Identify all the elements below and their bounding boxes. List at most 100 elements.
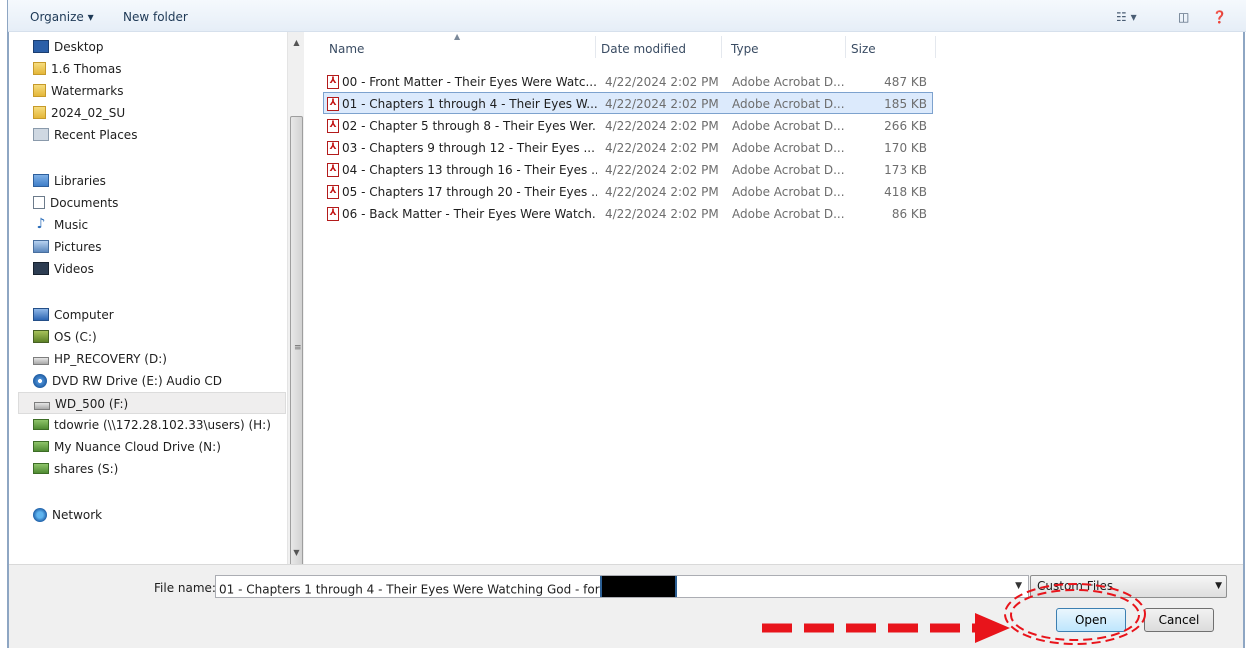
file-name-input[interactable]: 01 - Chapters 1 through 4 - Their Eyes W…	[215, 575, 1029, 598]
nav-item-tdowrie-h[interactable]: tdowrie (\\172.28.102.33\users) (H:)	[18, 414, 286, 436]
nav-item-label: Pictures	[54, 240, 102, 254]
open-button[interactable]: Open	[1056, 608, 1126, 632]
file-size: 418 KB	[884, 185, 927, 199]
scroll-down-arrow-icon[interactable]: ▼	[288, 544, 305, 561]
file-type: Adobe Acrobat D...	[732, 207, 845, 221]
column-header-type[interactable]: Type	[725, 32, 845, 62]
redaction-box	[599, 576, 677, 597]
nav-item-2024-02-su[interactable]: 2024_02_SU	[18, 102, 286, 124]
file-type: Adobe Acrobat D...	[732, 119, 845, 133]
file-type: Adobe Acrobat D...	[732, 163, 845, 177]
nav-item-music[interactable]: ♪ Music	[18, 214, 286, 236]
nav-item-label: My Nuance Cloud Drive (N:)	[54, 440, 221, 454]
nav-item-label: Computer	[54, 308, 114, 322]
nav-item-label: Desktop	[54, 40, 104, 54]
file-size: 173 KB	[884, 163, 927, 177]
nav-item-label: WD_500 (F:)	[55, 397, 129, 411]
file-name: 01 - Chapters 1 through 4 - Their Eyes W…	[342, 97, 597, 111]
nav-item-label: Libraries	[54, 174, 106, 188]
nav-item-videos[interactable]: Videos	[18, 258, 286, 280]
music-icon: ♪	[36, 216, 46, 232]
chevron-down-icon[interactable]: ▼	[1015, 576, 1022, 597]
file-name-label: File name:	[154, 581, 216, 595]
network-drive-icon	[33, 463, 49, 474]
nav-item-watermarks[interactable]: Watermarks	[18, 80, 286, 102]
file-type: Adobe Acrobat D...	[732, 75, 845, 89]
view-icon[interactable]: ☷ ▾	[1116, 10, 1137, 24]
recent-places-icon	[33, 128, 49, 141]
nav-item-pictures[interactable]: Pictures	[18, 236, 286, 258]
file-name-value: 01 - Chapters 1 through 4 - Their Eyes W…	[219, 582, 600, 597]
column-header-size[interactable]: Size	[845, 32, 935, 62]
network-drive-icon	[33, 441, 49, 452]
chevron-down-icon[interactable]: ▼	[1215, 576, 1222, 597]
help-icon[interactable]: ❓	[1212, 10, 1227, 24]
pdf-file-icon: ⅄	[327, 118, 339, 133]
os-drive-icon	[33, 330, 49, 343]
file-type-filter[interactable]: Custom Files ▼	[1030, 575, 1227, 598]
nav-item-1-6-thomas[interactable]: 1.6 Thomas	[18, 58, 286, 80]
file-date: 4/22/2024 2:02 PM	[605, 185, 719, 199]
file-list-pane: ▲ Name Date modified Type Size ⅄ 00 - Fro…	[305, 32, 1243, 564]
column-divider[interactable]	[721, 36, 722, 58]
new-folder-button[interactable]: New folder	[123, 10, 188, 24]
file-row[interactable]: ⅄ 05 - Chapters 17 through 20 - Their Eye…	[323, 180, 933, 202]
nav-item-label: Watermarks	[51, 84, 124, 98]
nav-item-hp-recovery[interactable]: HP_RECOVERY (D:)	[18, 348, 286, 370]
file-row-selected[interactable]: ⅄ 01 - Chapters 1 through 4 - Their Eyes …	[323, 92, 933, 114]
file-name: 06 - Back Matter - Their Eyes Were Watch…	[342, 207, 597, 221]
drive-icon	[34, 401, 50, 410]
nav-item-desktop[interactable]: Desktop	[18, 36, 286, 58]
file-type: Adobe Acrobat D...	[732, 185, 845, 199]
pictures-icon	[33, 240, 49, 253]
nav-item-libraries[interactable]: Libraries	[18, 170, 286, 192]
nav-item-nuance-n[interactable]: My Nuance Cloud Drive (N:)	[18, 436, 286, 458]
nav-item-computer[interactable]: Computer	[18, 304, 286, 326]
column-divider[interactable]	[935, 36, 936, 58]
nav-item-shares-s[interactable]: shares (S:)	[18, 458, 286, 480]
nav-item-label: 1.6 Thomas	[51, 62, 122, 76]
nav-item-documents[interactable]: Documents	[18, 192, 286, 214]
file-size: 86 KB	[891, 207, 927, 221]
file-type: Adobe Acrobat D...	[732, 141, 845, 155]
cancel-button[interactable]: Cancel	[1144, 608, 1214, 632]
pdf-file-icon: ⅄	[327, 162, 339, 177]
videos-icon	[33, 262, 49, 275]
nav-item-label: Documents	[50, 196, 119, 210]
nav-scrollbar[interactable]: ▲ ≡ ▼	[287, 32, 305, 578]
file-row[interactable]: ⅄ 06 - Back Matter - Their Eyes Were Watc…	[323, 202, 933, 224]
scroll-thumb[interactable]: ≡	[290, 116, 303, 578]
file-row[interactable]: ⅄ 00 - Front Matter - Their Eyes Were Wat…	[323, 70, 933, 92]
nav-item-os-c[interactable]: OS (C:)	[18, 326, 286, 348]
nav-item-network[interactable]: Network	[18, 504, 286, 526]
nav-item-label: DVD RW Drive (E:) Audio CD	[52, 374, 222, 388]
nav-item-dvd-drive[interactable]: DVD RW Drive (E:) Audio CD	[18, 370, 286, 392]
preview-pane-icon[interactable]: ◫	[1178, 10, 1189, 24]
nav-item-label: Music	[54, 218, 89, 232]
nav-item-label: OS (C:)	[54, 330, 97, 344]
desktop-icon	[33, 40, 49, 53]
file-date: 4/22/2024 2:02 PM	[605, 207, 719, 221]
folder-icon	[33, 106, 46, 119]
file-name: 00 - Front Matter - Their Eyes Were Watc…	[342, 75, 597, 89]
scroll-up-arrow-icon[interactable]: ▲	[288, 34, 305, 51]
organize-button[interactable]: Organize ▾	[30, 10, 94, 24]
pdf-file-icon: ⅄	[327, 206, 339, 221]
nav-item-label: shares (S:)	[54, 462, 119, 476]
network-icon	[33, 507, 47, 522]
pdf-file-icon: ⅄	[327, 184, 339, 199]
grip-icon: ≡	[294, 343, 302, 353]
nav-item-recent-places[interactable]: Recent Places	[18, 124, 286, 146]
file-row[interactable]: ⅄ 03 - Chapters 9 through 12 - Their Eyes…	[323, 136, 933, 158]
file-name: 03 - Chapters 9 through 12 - Their Eyes …	[342, 141, 595, 155]
nav-item-label: 2024_02_SU	[51, 106, 126, 120]
nav-item-label: Videos	[54, 262, 94, 276]
nav-item-wd-500[interactable]: WD_500 (F:)	[18, 392, 286, 414]
column-header-date[interactable]: Date modified	[595, 32, 721, 62]
column-header-name[interactable]: Name	[323, 32, 595, 62]
nav-item-label: HP_RECOVERY (D:)	[54, 352, 167, 366]
window-left-border	[7, 0, 9, 648]
file-row[interactable]: ⅄ 02 - Chapter 5 through 8 - Their Eyes W…	[323, 114, 933, 136]
file-date: 4/22/2024 2:02 PM	[605, 97, 719, 111]
file-row[interactable]: ⅄ 04 - Chapters 13 through 16 - Their Eye…	[323, 158, 933, 180]
